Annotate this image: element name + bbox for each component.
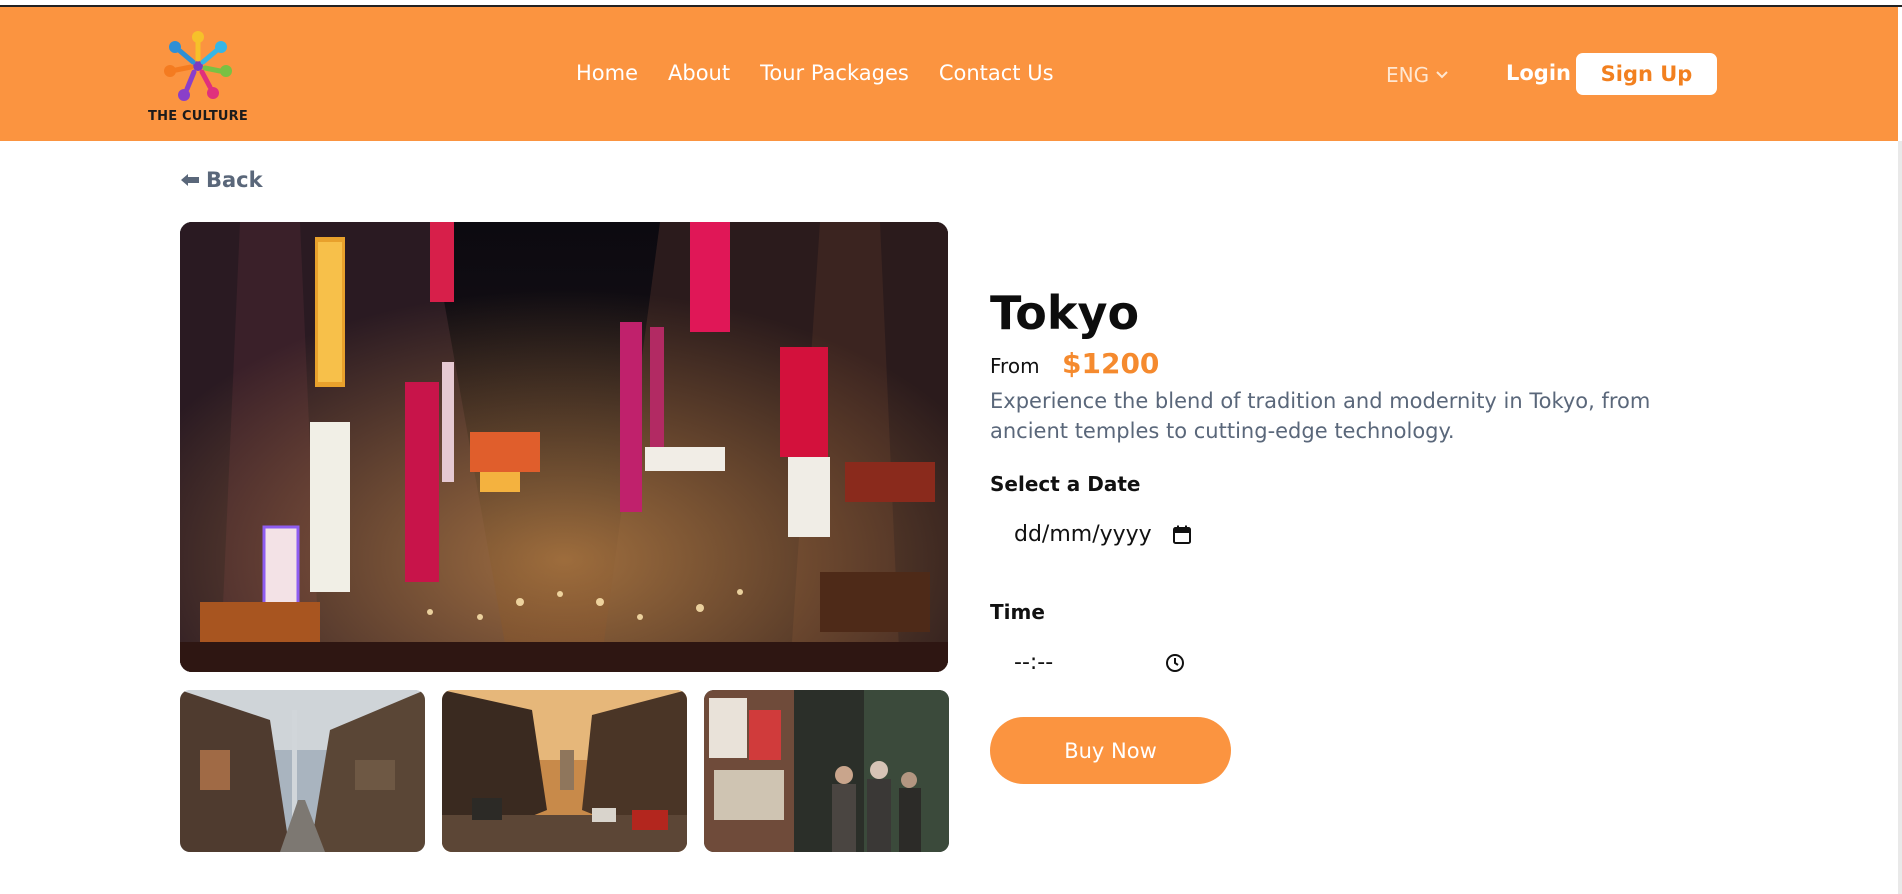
back-button[interactable]: Back: [180, 168, 263, 192]
window-top-border: [0, 0, 1902, 7]
buy-now-button[interactable]: Buy Now: [990, 717, 1231, 784]
nav-home[interactable]: Home: [576, 61, 638, 85]
tokyo-neon-street-image: [180, 222, 948, 672]
thumbnail-image[interactable]: [704, 690, 949, 852]
time-input[interactable]: --:--: [1014, 650, 1185, 675]
time-placeholder: --:--: [1014, 650, 1054, 675]
nav-tour-packages[interactable]: Tour Packages: [760, 61, 909, 85]
chevron-down-icon: [1436, 71, 1448, 79]
date-placeholder: dd/mm/yyyy: [1014, 522, 1152, 547]
brand-name: THE CULTURE: [148, 109, 248, 124]
signup-button[interactable]: Sign Up: [1576, 53, 1717, 95]
tour-description: Experience the blend of tradition and mo…: [990, 389, 1651, 443]
calendar-icon[interactable]: [1172, 525, 1192, 545]
date-label: Select a Date: [990, 472, 1141, 496]
date-input[interactable]: dd/mm/yyyy: [1014, 522, 1192, 547]
site-header: THE CULTURE Home About Tour Packages Con…: [0, 7, 1898, 141]
back-label: Back: [206, 168, 263, 192]
language-selector[interactable]: ENG: [1386, 63, 1449, 87]
tokyo-street-sunset-image: [442, 690, 687, 852]
time-label: Time: [990, 600, 1045, 624]
nav-contact-us[interactable]: Contact Us: [939, 61, 1054, 85]
main-nav: Home About Tour Packages Contact Us: [576, 61, 1054, 85]
tour-price: $1200: [1062, 347, 1160, 380]
thumbnail-image[interactable]: [442, 690, 687, 852]
arrow-left-icon: [181, 174, 199, 186]
language-label: ENG: [1386, 63, 1430, 87]
scrollbar[interactable]: [1898, 141, 1902, 894]
logo-icon: [164, 31, 232, 101]
clock-icon[interactable]: [1165, 653, 1185, 673]
nav-about[interactable]: About: [668, 61, 730, 85]
tokyo-alley-image: [180, 690, 425, 852]
tour-title: Tokyo: [990, 286, 1140, 340]
main-tour-image[interactable]: [180, 222, 948, 672]
brand-logo[interactable]: THE CULTURE: [148, 25, 248, 135]
from-label: From: [990, 354, 1040, 378]
tokyo-crowd-image: [704, 690, 949, 852]
thumbnail-image[interactable]: [180, 690, 425, 852]
login-button[interactable]: Login: [1506, 61, 1571, 85]
